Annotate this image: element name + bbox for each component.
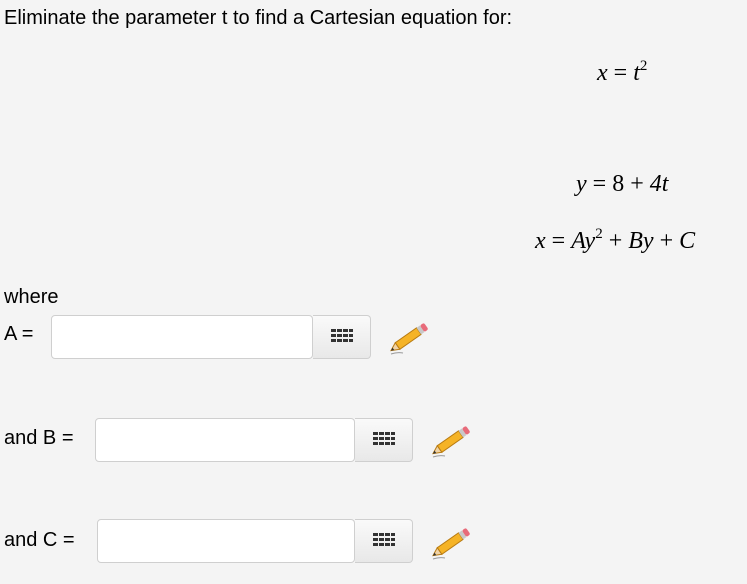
- keypad-icon: [372, 533, 395, 546]
- a-pencil-icon[interactable]: [387, 318, 431, 358]
- c-label: and C =: [4, 529, 75, 551]
- equation-x-of-t: x = t2: [597, 58, 648, 87]
- c-input[interactable]: [97, 519, 355, 563]
- b-label: and B =: [4, 427, 74, 449]
- b-pencil-icon[interactable]: [429, 421, 473, 461]
- equation-cartesian-form: x = Ay2 + By + C: [535, 226, 696, 255]
- where-label: where: [4, 286, 59, 308]
- a-keypad-button[interactable]: [313, 315, 371, 359]
- a-input[interactable]: [51, 315, 313, 359]
- keypad-icon: [372, 432, 395, 445]
- problem-prompt: Eliminate the parameter t to find a Cart…: [4, 7, 513, 29]
- keypad-icon: [330, 329, 353, 342]
- a-label: A =: [4, 323, 34, 345]
- b-input[interactable]: [95, 418, 355, 462]
- equation-y-of-t: y = 8 + 4t: [576, 171, 669, 197]
- b-keypad-button[interactable]: [355, 418, 413, 462]
- c-keypad-button[interactable]: [355, 519, 413, 563]
- c-pencil-icon[interactable]: [429, 523, 473, 563]
